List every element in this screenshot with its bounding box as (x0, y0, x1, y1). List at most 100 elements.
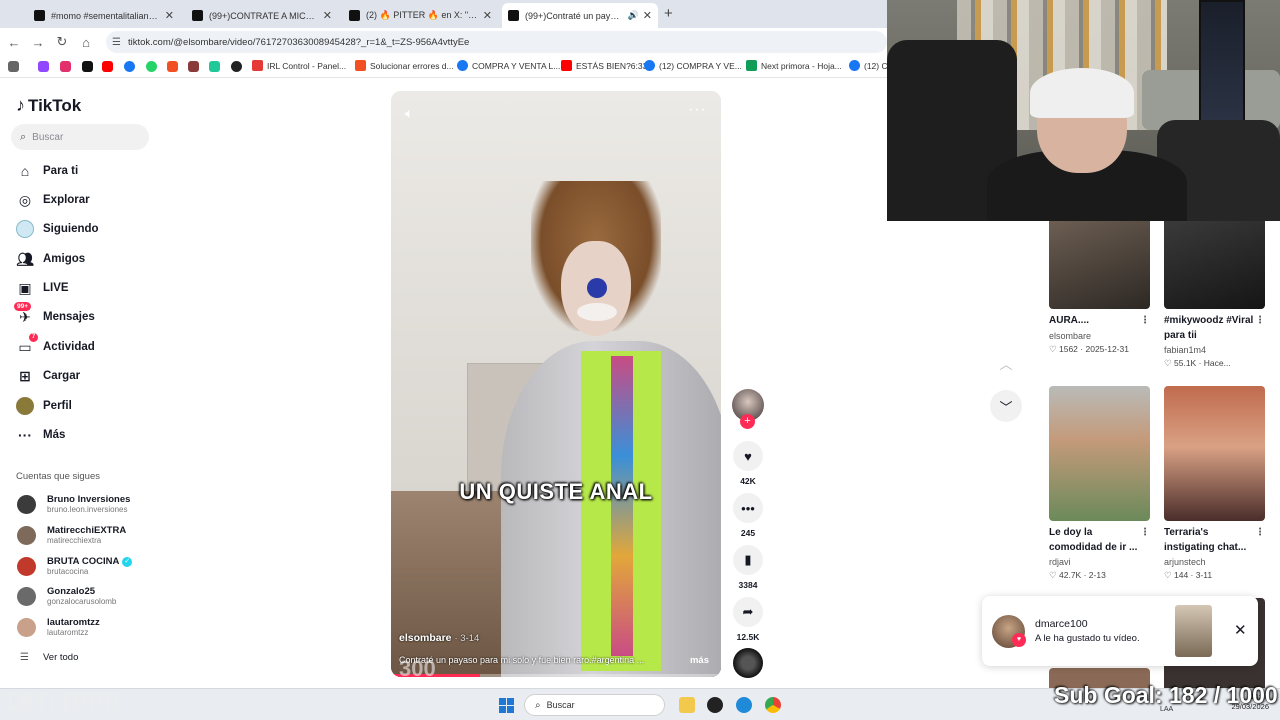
home-icon[interactable]: ⌂ (74, 35, 98, 50)
close-tab-icon[interactable]: ✕ (643, 9, 652, 22)
video-user[interactable]: elsombare (1049, 331, 1150, 341)
file-explorer-icon[interactable] (679, 697, 695, 713)
video-user[interactable]: fabian1m4 (1164, 345, 1265, 355)
forward-arrow-icon[interactable]: → (26, 35, 50, 50)
browser-tab[interactable]: #momo #sementalitaliano #tcm ✕ (28, 3, 180, 28)
sidebar-item-siguiendo[interactable]: Siguiendo (16, 220, 99, 238)
video-thumbnail[interactable] (1049, 386, 1150, 521)
recommended-video[interactable]: Le doy la comodidad de ir ... ⋮ rdjavi ♡ … (1049, 386, 1150, 581)
more-options-icon[interactable]: ··· (688, 101, 707, 119)
url-field[interactable]: ☰ tiktok.com/@elsombare/video/7617270363… (106, 31, 887, 53)
video-thumbnail[interactable] (1049, 221, 1150, 309)
save-button[interactable]: ▮ 3384 (733, 545, 763, 590)
search-input[interactable]: ⌕ Buscar (11, 124, 149, 150)
bookmark-item[interactable]: ESTÁS BIEN?6:33 (561, 60, 647, 71)
tiktok-logo[interactable]: ♪ TikTok (16, 95, 81, 116)
bookmark-item[interactable]: IRL Control - Panel... (252, 60, 346, 71)
bookmark-icon[interactable] (188, 61, 199, 72)
bookmark-icon[interactable] (209, 61, 220, 72)
video-author[interactable]: elsombare (399, 632, 452, 644)
followed-account[interactable]: Bruno Inversiones bruno.leon.inversiones (17, 494, 130, 514)
followed-account[interactable]: MatirecchiEXTRA matirecchiextra (17, 525, 126, 545)
browser-tab[interactable]: (99+)CONTRATE A MICHAEL JA ✕ (186, 3, 338, 28)
video-author-line[interactable]: elsombare · 3-14 (399, 632, 479, 644)
video-thumbnail[interactable] (1164, 386, 1265, 521)
close-tab-icon[interactable]: ✕ (483, 9, 492, 22)
windows-start-icon[interactable] (499, 698, 514, 713)
bookmark-item[interactable]: Solucionar errores d... (355, 60, 454, 71)
reload-icon[interactable]: ↻ (50, 34, 74, 50)
bookmark-item[interactable]: COMPRA Y VENTA L... (457, 60, 560, 71)
chrome-icon[interactable] (765, 697, 781, 713)
close-tab-icon[interactable]: ✕ (165, 9, 174, 22)
see-all-link[interactable]: ☰ Ver todo (20, 652, 78, 663)
followed-account[interactable]: lautaromtzz lautaromtzz (17, 617, 100, 637)
sidebar-item-mas[interactable]: ··· Más (16, 426, 65, 444)
sidebar-item-perfil[interactable]: Perfil (16, 397, 72, 415)
comment-button[interactable]: ••• 245 (733, 493, 763, 538)
site-settings-icon[interactable]: ☰ (112, 37, 121, 48)
youtube-icon[interactable] (102, 61, 113, 72)
more-description-button[interactable]: más (690, 655, 709, 666)
more-options-icon[interactable]: ⋮ (1255, 314, 1265, 329)
speaker-icon[interactable]: 🔊 (628, 10, 639, 21)
follow-plus-icon[interactable]: + (740, 414, 755, 429)
previous-video-chevron-up-icon[interactable]: ︿ (990, 347, 1022, 379)
whatsapp-icon[interactable] (146, 61, 157, 72)
volume-icon[interactable]: 🔈︎ (405, 105, 413, 122)
heart-icon[interactable]: ♥ (733, 441, 763, 471)
taskbar-search-input[interactable]: ⌕ Buscar (524, 694, 665, 716)
video-title[interactable]: Terraria's instigating chat... (1164, 527, 1246, 553)
microsoft-icon[interactable] (167, 61, 178, 72)
close-tab-icon[interactable]: ✕ (323, 9, 332, 22)
sidebar-item-cargar[interactable]: ⊞ Cargar (16, 367, 80, 385)
share-button[interactable]: ➦ 12.5K (733, 597, 763, 642)
edge-icon[interactable] (736, 697, 752, 713)
sidebar-item-explorar[interactable]: ◎ Explorar (16, 191, 90, 209)
music-disc-icon[interactable] (733, 648, 763, 678)
like-button[interactable]: ♥ 42K (733, 441, 763, 486)
back-arrow-icon[interactable]: ← (2, 35, 26, 50)
app-icon[interactable] (707, 697, 723, 713)
followed-account[interactable]: BRUTA COCINA ✓ brutacocina (17, 556, 133, 576)
video-player[interactable]: UN QUISTE ANAL 🔈︎ ··· elsombare · 3-14 C… (391, 91, 721, 677)
browser-tab[interactable]: (2) 🔥 PITTER 🔥 en X: "😭 http ✕ (343, 3, 498, 28)
twitch-icon[interactable] (38, 61, 49, 72)
bookmark-item[interactable]: (12) COMPRA Y VE... (644, 60, 742, 71)
share-arrow-icon[interactable]: ➦ (733, 597, 763, 627)
video-user[interactable]: arjunstech (1164, 557, 1265, 567)
next-video-chevron-down-icon[interactable]: ﹀ (990, 390, 1022, 422)
followed-account[interactable]: Gonzalo25 gonzalocarusolomb (17, 586, 116, 606)
sidebar-item-mensajes[interactable]: ✈ 99+ Mensajes (14, 302, 95, 326)
browser-tab-active[interactable]: (99+)Contraté un payaso pa 🔊 ✕ (502, 3, 658, 28)
apps-grid-icon[interactable] (8, 61, 19, 72)
new-tab-icon[interactable]: + (664, 5, 673, 22)
video-progress-bar[interactable] (391, 674, 721, 677)
bookmark-item[interactable]: Next primora - Hoja... (746, 60, 842, 71)
bookmark-icon[interactable]: ▮ (733, 545, 763, 575)
bookmark-icon[interactable] (231, 61, 242, 72)
tiktok-note-icon: ♪ (16, 95, 25, 115)
more-options-icon[interactable]: ⋮ (1140, 526, 1150, 541)
video-title[interactable]: Le doy la comodidad de ir ... (1049, 527, 1137, 553)
like-notification-toast[interactable]: ♥ dmarce100 A le ha gustado tu vídeo. ✕ (982, 596, 1258, 666)
notification-video-thumbnail[interactable] (1175, 605, 1212, 657)
sidebar-item-live[interactable]: ▣ LIVE (16, 279, 68, 297)
video-thumbnail[interactable] (1164, 221, 1265, 309)
more-options-icon[interactable]: ⋮ (1140, 314, 1150, 329)
recommended-video[interactable]: #mikywoodz #Viral para tii ⋮ fabian1m4 ♡ … (1164, 221, 1265, 369)
video-title[interactable]: AURA.... (1049, 315, 1089, 326)
facebook-icon[interactable] (124, 61, 135, 72)
recommended-video[interactable]: AURA.... ⋮ elsombare ♡ 1562 · 2025-12-31 (1049, 221, 1150, 355)
x-icon[interactable] (82, 61, 93, 72)
sidebar-item-amigos[interactable]: 👥︎ Amigos (16, 250, 85, 268)
close-icon[interactable]: ✕ (1234, 621, 1247, 639)
video-user[interactable]: rdjavi (1049, 557, 1150, 567)
instagram-icon[interactable] (60, 61, 71, 72)
comment-icon[interactable]: ••• (733, 493, 763, 523)
sidebar-item-actividad[interactable]: ▭ 7 Actividad (16, 333, 95, 356)
video-title[interactable]: #mikywoodz #Viral para tii (1164, 315, 1253, 341)
more-options-icon[interactable]: ⋮ (1255, 526, 1265, 541)
sidebar-item-para-ti[interactable]: ⌂ Para ti (16, 162, 78, 180)
recommended-video[interactable]: Terraria's instigating chat... ⋮ arjunste… (1164, 386, 1265, 581)
